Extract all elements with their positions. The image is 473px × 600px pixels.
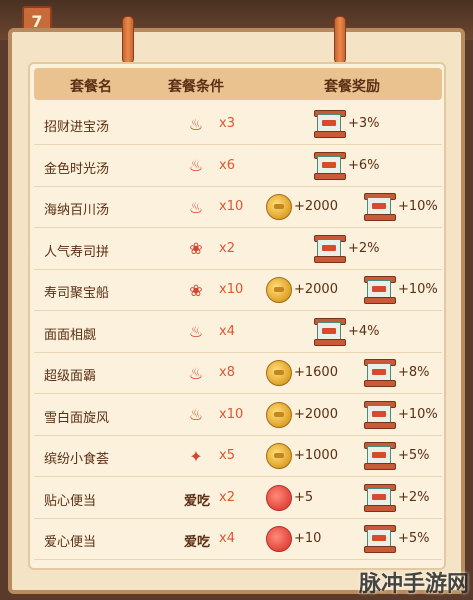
noodle-bowl-icon: ♨ bbox=[188, 405, 204, 424]
reward-value: +8% bbox=[398, 365, 430, 380]
reward-value: +5 bbox=[294, 489, 314, 505]
condition-label: 爱吃 bbox=[184, 535, 211, 550]
skewer-icon: ✦ bbox=[189, 446, 203, 466]
condition-quantity: x6 bbox=[219, 157, 235, 173]
noodle-bowl-icon: ♨ bbox=[188, 363, 204, 383]
coin-icon bbox=[266, 443, 292, 469]
header-set-condition: 套餐条件 bbox=[168, 79, 224, 95]
scroll-icon bbox=[314, 234, 346, 263]
reward-value: +10% bbox=[398, 282, 438, 297]
scroll-icon bbox=[364, 483, 396, 512]
table-row: 贴心便当 爱吃 x2 +5 +2% bbox=[34, 478, 442, 519]
condition-quantity: x8 bbox=[219, 365, 235, 380]
condition-quantity: x4 bbox=[219, 323, 235, 339]
reward-value: +2000 bbox=[294, 406, 338, 422]
set-meal-name: 超级面霸 bbox=[44, 369, 97, 384]
reward-value: +5% bbox=[398, 531, 430, 546]
scroll-icon bbox=[364, 193, 396, 221]
set-meal-name: 金色时光汤 bbox=[44, 161, 110, 177]
table-header: 套餐名 套餐条件 套餐奖励 bbox=[34, 68, 442, 100]
condition-quantity: x10 bbox=[219, 199, 244, 214]
set-meal-name: 贴心便当 bbox=[44, 493, 97, 509]
reward-value: +10% bbox=[398, 199, 438, 214]
set-meal-name: 缤纷小食荟 bbox=[44, 452, 110, 467]
sushi-icon: ❀ bbox=[189, 239, 203, 258]
condition-quantity: x4 bbox=[219, 531, 235, 546]
set-meal-name: 爱心便当 bbox=[44, 535, 97, 550]
scroll-icon bbox=[364, 359, 396, 387]
soup-bowl-icon: ♨ bbox=[188, 156, 204, 175]
scroll-icon bbox=[314, 317, 346, 346]
table-row: 缤纷小食荟 ✦ x5 +1000 +5% bbox=[34, 436, 442, 477]
condition-quantity: x10 bbox=[219, 282, 244, 297]
table-row: 超级面霸 ♨ x8 +1600 +8% bbox=[34, 353, 442, 394]
condition-label: 爱吃 bbox=[184, 493, 211, 509]
table-row: 金色时光汤 ♨ x6 +6% bbox=[34, 146, 442, 187]
header-set-reward: 套餐奖励 bbox=[324, 79, 380, 95]
reward-value: +6% bbox=[348, 157, 380, 173]
table-row: 寿司聚宝船 ❀ x10 +2000 +10% bbox=[34, 270, 442, 311]
table-row: 雪白面旋风 ♨ x10 +2000 +10% bbox=[34, 395, 442, 436]
set-meal-name: 人气寿司拼 bbox=[44, 244, 110, 260]
heart-bubble-icon bbox=[266, 526, 292, 552]
binder-clip-left-icon bbox=[122, 16, 134, 64]
reward-value: +2% bbox=[398, 489, 430, 505]
reward-value: +3% bbox=[348, 116, 380, 131]
condition-quantity: x3 bbox=[219, 116, 235, 131]
table-row: 爱心便当 爱吃 x4 +10 +5% bbox=[34, 519, 442, 560]
coin-icon bbox=[266, 401, 292, 428]
table-row: 面面相觑 ♨ x4 +4% bbox=[34, 312, 442, 353]
scroll-icon bbox=[364, 400, 396, 429]
table-row: 人气寿司拼 ❀ x2 +2% bbox=[34, 229, 442, 270]
scroll-icon bbox=[314, 110, 346, 138]
condition-quantity: x2 bbox=[219, 240, 235, 256]
reward-value: +10 bbox=[294, 531, 322, 546]
watermark: 脉冲手游网 bbox=[358, 572, 469, 597]
coin-icon bbox=[266, 194, 292, 220]
sushi-icon: ❀ bbox=[189, 280, 203, 300]
soup-bowl-icon: ♨ bbox=[188, 114, 204, 134]
set-meal-name: 海纳百川汤 bbox=[44, 203, 110, 218]
noodle-bowl-icon: ♨ bbox=[188, 322, 204, 341]
coin-icon bbox=[266, 277, 292, 303]
table-row: 招财进宝汤 ♨ x3 +3% bbox=[34, 104, 442, 145]
reward-value: +2% bbox=[348, 240, 380, 256]
reward-value: +2000 bbox=[294, 282, 338, 297]
reward-value: +1000 bbox=[294, 448, 338, 463]
scroll-icon bbox=[364, 525, 396, 553]
condition-quantity: x5 bbox=[219, 448, 235, 463]
soup-bowl-icon: ♨ bbox=[188, 197, 204, 217]
reward-value: +10% bbox=[398, 406, 438, 422]
reward-value: +1600 bbox=[294, 365, 338, 380]
scroll-icon bbox=[314, 151, 346, 180]
reward-value: +5% bbox=[398, 448, 430, 463]
table-row: 海纳百川汤 ♨ x10 +2000 +10% bbox=[34, 187, 442, 228]
heart-bubble-icon bbox=[266, 484, 292, 511]
scroll-icon bbox=[364, 442, 396, 470]
coin-icon bbox=[266, 360, 292, 386]
set-meal-name: 招财进宝汤 bbox=[44, 120, 110, 135]
condition-quantity: x10 bbox=[219, 406, 244, 422]
set-meal-name: 雪白面旋风 bbox=[44, 410, 110, 426]
reward-value: +2000 bbox=[294, 199, 338, 214]
binder-clip-right-icon bbox=[334, 16, 346, 64]
condition-quantity: x2 bbox=[219, 489, 235, 505]
set-meal-name: 面面相觑 bbox=[44, 327, 97, 343]
scroll-icon bbox=[364, 276, 396, 304]
set-meal-name: 寿司聚宝船 bbox=[44, 286, 110, 301]
reward-value: +4% bbox=[348, 323, 380, 339]
header-set-name: 套餐名 bbox=[70, 79, 112, 95]
